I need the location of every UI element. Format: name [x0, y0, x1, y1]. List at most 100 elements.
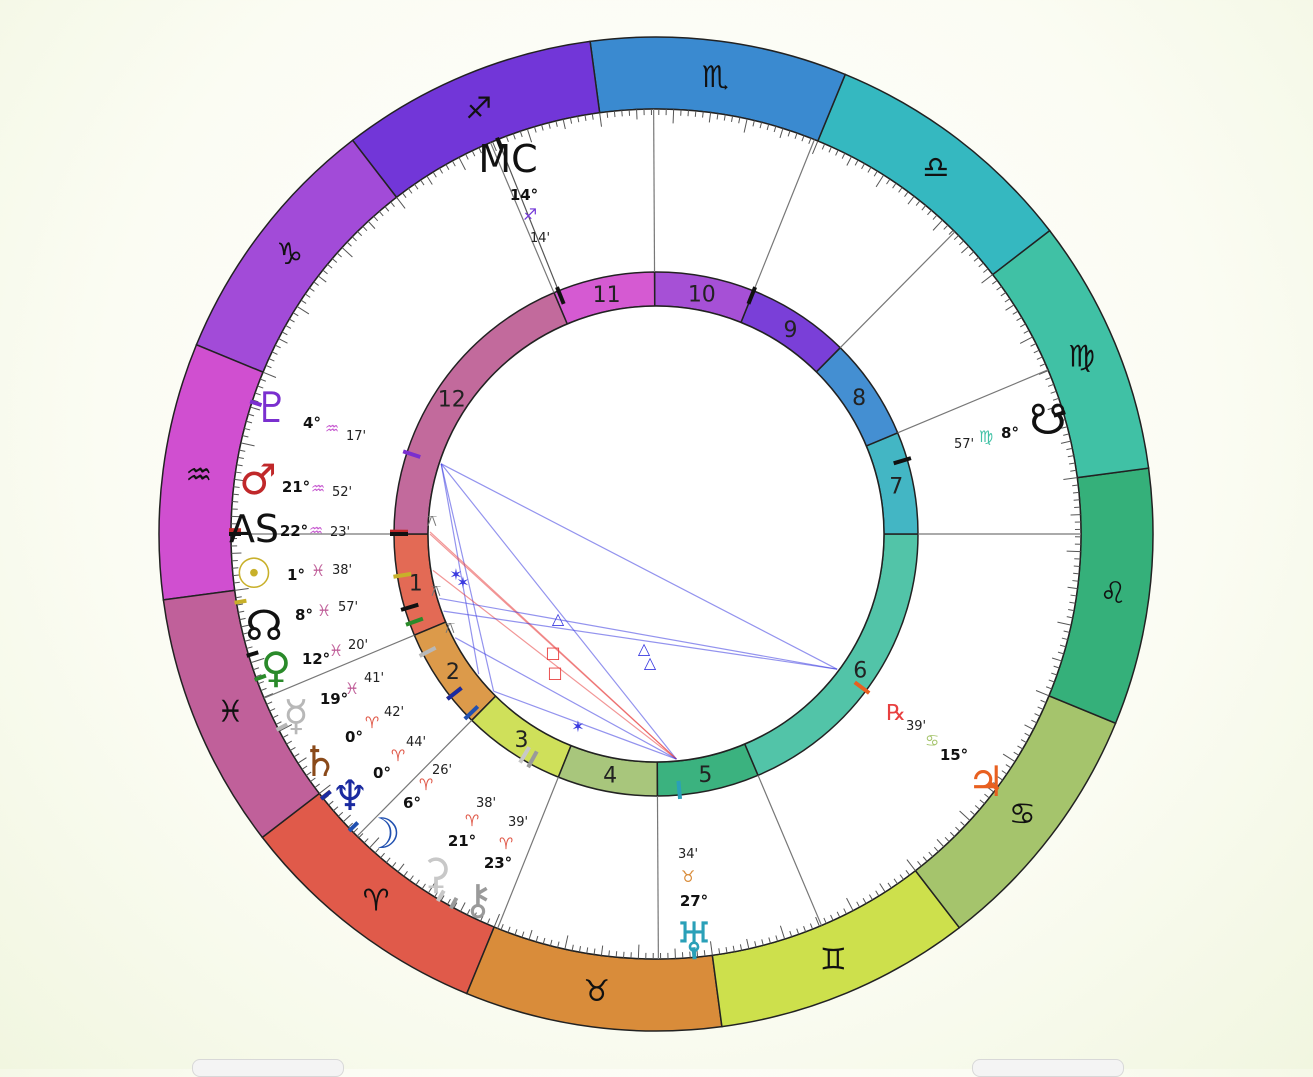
- chiron-sign-icon: ♈: [499, 834, 513, 853]
- degree-tick: [616, 951, 617, 957]
- chiron-icon: ⚷: [463, 875, 494, 924]
- ceres-sign-icon: ♈: [465, 811, 479, 830]
- house-ring: 123456789101112: [394, 272, 918, 796]
- house-number-10: 10: [688, 282, 716, 307]
- south-node-minutes: 57': [954, 437, 974, 452]
- house-number-12: 12: [438, 388, 466, 413]
- mars-minutes: 52': [332, 485, 352, 500]
- aspect-sextile-icon: ✶: [571, 717, 584, 736]
- house-number-7: 7: [889, 475, 903, 500]
- north-node-degree: 8°: [295, 606, 313, 624]
- house-number-8: 8: [852, 386, 866, 411]
- bottom-tab-left[interactable]: [192, 1059, 344, 1077]
- degree-tick: [1072, 581, 1078, 582]
- degree-tick: [607, 112, 608, 118]
- moon-degree: 6°: [403, 794, 421, 812]
- degree-tick: [703, 112, 704, 118]
- uranus-inner-marker: [678, 781, 680, 799]
- zodiac-glyph-gemini: ♊: [820, 943, 847, 978]
- zodiac-glyph-capricorn: ♑: [276, 237, 303, 272]
- degree-tick: [609, 950, 610, 956]
- north-node-sign-icon: ♓: [317, 601, 331, 620]
- degree-tick: [638, 945, 639, 959]
- pluto-icon: ♇: [253, 383, 291, 432]
- aspect-square-icon: □: [545, 643, 560, 662]
- jupiter-minutes: 39': [906, 719, 926, 734]
- sun-minutes: 38': [332, 563, 352, 578]
- aspect-quincunx-icon: ⚻: [431, 581, 442, 600]
- mercury-icon: ☿: [283, 691, 309, 740]
- venus-minutes: 20': [348, 638, 368, 653]
- mercury-sign-icon: ♓: [345, 679, 359, 698]
- house-number-2: 2: [446, 660, 460, 685]
- zodiac-glyph-taurus: ♉: [583, 974, 610, 1009]
- zodiac-glyph-cancer: ♋: [1009, 797, 1036, 832]
- midheaven-sign-icon: ♐: [523, 205, 537, 224]
- jupiter-degree: 15°: [940, 746, 968, 764]
- mars-sign-icon: ♒: [311, 479, 325, 498]
- venus-sign-icon: ♓: [329, 641, 343, 660]
- neptune-sign-icon: ♈: [391, 746, 405, 765]
- zodiac-glyph-pisces: ♓: [217, 694, 244, 729]
- midheaven-minutes: 14': [530, 231, 550, 246]
- ascendant-icon: AS: [229, 507, 279, 551]
- ceres-degree: 21°: [448, 832, 476, 850]
- degree-tick: [695, 111, 696, 117]
- jupiter-icon: ♃: [967, 757, 1005, 806]
- mercury-minutes: 41': [364, 671, 384, 686]
- south-node-icon: ☋: [1029, 395, 1066, 444]
- south-node-degree: 8°: [1001, 424, 1019, 442]
- aspect-trine-icon: △: [552, 609, 565, 628]
- ascendant-minutes: 23': [330, 525, 350, 540]
- degree-tick: [673, 109, 674, 123]
- zodiac-glyph-scorpio: ♏: [702, 60, 729, 95]
- chiron-minutes: 39': [508, 815, 528, 830]
- aspect-quincunx-icon: ⚻: [427, 511, 438, 530]
- sun-sign-icon: ♓: [311, 561, 325, 580]
- degree-tick: [1072, 485, 1078, 486]
- aspect-sextile-icon: ✶: [456, 573, 469, 592]
- ceres-icon: ⚳: [421, 849, 452, 898]
- house-number-6: 6: [853, 658, 867, 683]
- jupiter-sign-icon: ♋: [925, 731, 939, 750]
- degree-tick: [1073, 492, 1079, 493]
- house-number-4: 4: [603, 764, 617, 789]
- saturn-sign-icon: ♈: [365, 713, 379, 732]
- pluto-minutes: 17': [346, 429, 366, 444]
- mars-degree: 21°: [282, 478, 310, 496]
- neptune-degree: 0°: [373, 764, 391, 782]
- zodiac-glyph-libra: ♎: [922, 151, 949, 186]
- house-number-9: 9: [783, 318, 797, 343]
- zodiac-glyph-leo: ♌: [1100, 576, 1127, 611]
- jupiter-retrograde-label: ℞: [886, 701, 906, 726]
- midheaven-icon: MC: [478, 137, 537, 181]
- bottom-tab-right[interactable]: [972, 1059, 1124, 1077]
- moon-minutes: 26': [432, 763, 452, 778]
- degree-tick: [1067, 551, 1081, 552]
- sun-inner-marker: [393, 574, 411, 577]
- house-number-5: 5: [698, 763, 712, 788]
- degree-tick: [1073, 573, 1079, 574]
- venus-degree: 12°: [302, 650, 330, 668]
- uranus-degree: 27°: [680, 892, 708, 910]
- venus-icon: ♀: [261, 643, 292, 692]
- zodiac-glyph-aries: ♈: [363, 883, 390, 918]
- ascendant-degree: 22°: [280, 522, 308, 540]
- pluto-degree: 4°: [303, 414, 321, 432]
- neptune-minutes: 44': [406, 735, 426, 750]
- zodiac-glyph-aquarius: ♒: [185, 458, 212, 493]
- degree-tick: [614, 111, 615, 117]
- south-node-sign-icon: ♍: [979, 427, 993, 446]
- saturn-degree: 0°: [345, 728, 363, 746]
- chart-wheel: ♈♉♊♋♌♍♎♏♐♑♒♓ 123456789101112 △△△□□✶✶✶⚻⚻⚻…: [0, 0, 1313, 1069]
- ascendant-sign-icon: ♒: [309, 521, 323, 540]
- uranus-sign-icon: ♉: [681, 867, 695, 886]
- house-number-11: 11: [593, 283, 621, 308]
- midheaven-degree: 14°: [510, 186, 538, 204]
- north-node-minutes: 57': [338, 600, 358, 615]
- sun-icon: ☉: [235, 549, 273, 598]
- ceres-minutes: 38': [476, 796, 496, 811]
- saturn-minutes: 42': [384, 705, 404, 720]
- aspect-square-icon: □: [547, 663, 562, 682]
- mars-icon: ♂: [239, 455, 277, 504]
